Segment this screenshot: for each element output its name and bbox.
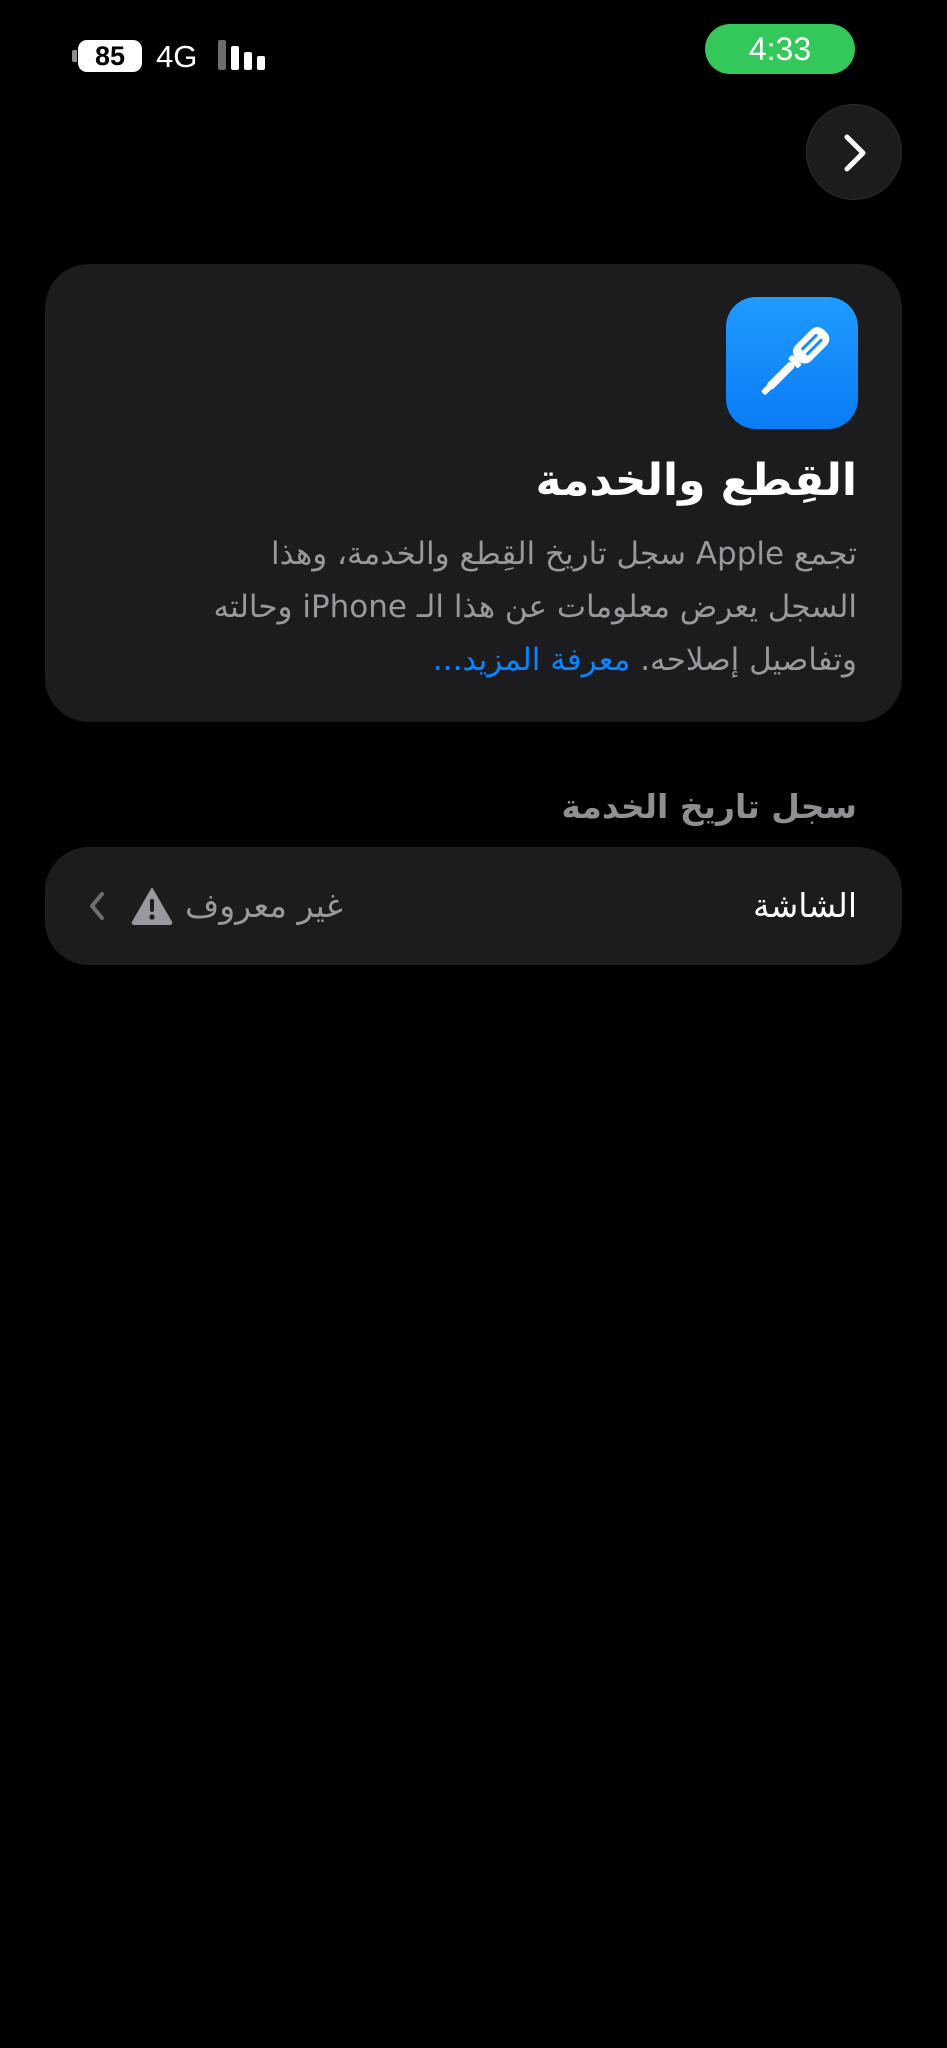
service-row-display[interactable]: الشاشة غير معروف (45, 847, 902, 965)
row-status: غير معروف (185, 886, 343, 925)
parts-service-card: القِطع والخدمة تجمع Apple سجل تاريخ القِ… (45, 264, 902, 722)
battery-nub (72, 50, 77, 62)
chevron-left-icon (90, 892, 104, 920)
battery-level: 85 (78, 40, 142, 72)
learn-more-link[interactable]: معرفة المزيد... (433, 642, 631, 678)
signal-strength-icon (218, 40, 268, 70)
service-history-header: سجل تاريخ الخدمة (561, 787, 857, 826)
network-type: 4G (156, 39, 198, 74)
row-label: الشاشة (752, 886, 857, 925)
battery-indicator: 85 (72, 40, 142, 72)
card-description: تجمع Apple سجل تاريخ القِطع والخدمة، وهذ… (97, 528, 857, 687)
forward-button[interactable] (806, 104, 902, 200)
card-title: القِطع والخدمة (535, 455, 857, 506)
status-time[interactable]: 4:33 (705, 24, 855, 74)
status-bar: 85 4G 4:33 (0, 0, 947, 100)
description-line: السجل يعرض معلومات عن هذا الـ iPhone وحا… (213, 589, 857, 625)
chevron-right-icon (844, 134, 866, 172)
description-line-last: وتفاصيل إصلاحه. معرفة المزيد... (97, 634, 857, 687)
description-text: وتفاصيل إصلاحه. (640, 642, 857, 678)
screwdriver-icon (726, 297, 858, 429)
description-line: تجمع Apple سجل تاريخ القِطع والخدمة، وهذ… (271, 536, 857, 572)
warning-icon (131, 888, 173, 925)
